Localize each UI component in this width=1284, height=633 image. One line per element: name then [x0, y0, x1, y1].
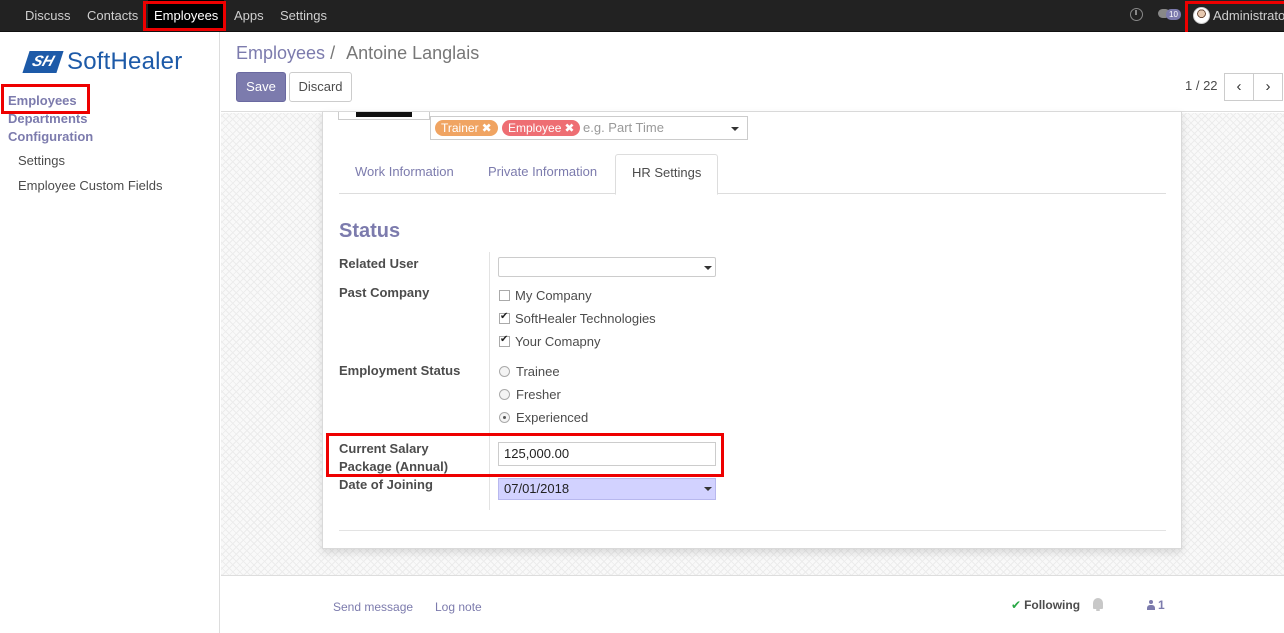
nav-discuss[interactable]: Discuss — [25, 0, 71, 31]
app-sidebar: SH SoftHealer Employees Departments Conf… — [0, 32, 220, 633]
remove-tag-icon[interactable]: ✖ — [482, 121, 492, 135]
employee-photo[interactable] — [338, 112, 430, 120]
radio-label: Fresher — [516, 387, 561, 402]
followers-button[interactable]: 1 — [1147, 598, 1165, 612]
tag-employee: Employee ✖ — [502, 120, 581, 136]
nav-apps[interactable]: Apps — [234, 0, 264, 31]
employee-tags-field[interactable]: Trainer ✖ Employee ✖ e.g. Part Time — [430, 116, 748, 140]
top-navbar: Discuss Contacts Employees Apps Settings… — [0, 0, 1284, 32]
user-menu-name[interactable]: Administrator — [1213, 0, 1284, 31]
tab-private-information[interactable]: Private Information — [472, 154, 613, 194]
sheet-bottom-divider — [339, 530, 1166, 531]
salary-label-line2: Package (Annual) — [339, 459, 449, 474]
radio-button[interactable] — [499, 366, 510, 377]
salary-label-line1: Current Salary — [339, 441, 429, 456]
radio-fresher[interactable]: Fresher — [499, 387, 561, 402]
followers-count: 1 — [1158, 598, 1165, 612]
tab-work-information[interactable]: Work Information — [339, 154, 470, 194]
radio-label: Experienced — [516, 410, 589, 425]
tags-placeholder: e.g. Part Time — [583, 120, 664, 135]
save-button[interactable]: Save — [236, 72, 286, 102]
tag-label: Trainer — [441, 121, 479, 135]
employment-status-label: Employment Status — [339, 363, 461, 378]
tag-trainer: Trainer ✖ — [435, 120, 498, 136]
remove-tag-icon[interactable]: ✖ — [564, 121, 574, 135]
form-sheet: Trainer ✖ Employee ✖ e.g. Part Time Work I… — [322, 111, 1182, 549]
user-icon — [1147, 600, 1155, 610]
nav-settings[interactable]: Settings — [280, 0, 327, 31]
sidebar-item-employees[interactable]: Employees — [8, 93, 77, 108]
logo-mark: SH — [22, 51, 64, 73]
sidebar-item-departments[interactable]: Departments — [8, 111, 87, 126]
chevron-left-icon: ‹ — [1236, 78, 1242, 95]
radio-label: Trainee — [516, 364, 560, 379]
messages-count-badge: 10 — [1166, 9, 1181, 20]
salary-input[interactable]: 125,000.00 — [498, 442, 716, 466]
field-divider — [489, 252, 490, 510]
related-user-label: Related User — [339, 256, 419, 271]
nav-contacts[interactable]: Contacts — [87, 0, 138, 31]
checkbox-box[interactable] — [499, 311, 510, 324]
sidebar-item-employee-custom-fields[interactable]: Employee Custom Fields — [18, 178, 163, 193]
control-panel: Employees / Antoine Langlais Save Discar… — [221, 32, 1284, 112]
form-view-background: Trainer ✖ Employee ✖ e.g. Part Time Work I… — [221, 111, 1284, 575]
salary-label: Current Salary Package (Annual) — [339, 440, 448, 476]
bell-icon[interactable] — [1093, 598, 1103, 611]
nav-employees[interactable]: Employees — [148, 0, 225, 31]
checkbox-softhealer-technologies[interactable]: SoftHealer Technologies — [499, 311, 656, 326]
radio-experienced[interactable]: Experienced — [499, 410, 588, 425]
sidebar-item-settings[interactable]: Settings — [18, 153, 65, 168]
pager-next-button[interactable]: › — [1253, 73, 1283, 101]
sidebar-item-configuration[interactable]: Configuration — [8, 129, 93, 144]
caret-down-icon — [704, 266, 712, 270]
check-icon: ✔ — [1011, 598, 1022, 612]
checkbox-box[interactable] — [499, 290, 510, 301]
checkbox-box[interactable] — [499, 334, 510, 347]
joining-date-label: Date of Joining — [339, 477, 433, 492]
chevron-right-icon: › — [1265, 78, 1271, 95]
radio-button[interactable] — [499, 389, 510, 400]
pager-previous-button[interactable]: ‹ — [1224, 73, 1254, 101]
logo-text: SoftHealer — [67, 48, 183, 75]
tag-label: Employee — [508, 121, 562, 135]
radio-button[interactable] — [499, 412, 510, 423]
discard-button[interactable]: Discard — [289, 72, 352, 102]
following-label: Following — [1024, 598, 1081, 612]
breadcrumb-current-record: Antoine Langlais — [346, 43, 480, 63]
log-note-link[interactable]: Log note — [435, 600, 482, 614]
activity-clock-icon[interactable] — [1130, 8, 1143, 21]
chatter-bar: Send message Log note ✔ Following 1 — [221, 575, 1284, 633]
checkbox-your-comapny[interactable]: Your Comapny — [499, 334, 601, 349]
joining-date-input[interactable]: 07/01/2018 — [498, 478, 716, 500]
breadcrumb-separator: / — [330, 43, 336, 63]
checkbox-label: Your Comapny — [515, 334, 601, 349]
checkbox-label: My Company — [515, 288, 592, 303]
tab-hr-settings[interactable]: HR Settings — [615, 154, 719, 195]
caret-down-icon[interactable] — [731, 127, 739, 131]
pager-value[interactable]: 1 / 22 — [1185, 78, 1218, 93]
radio-trainee[interactable]: Trainee — [499, 364, 560, 379]
section-title-status: Status — [339, 220, 401, 242]
user-avatar[interactable] — [1193, 7, 1210, 24]
following-button[interactable]: ✔ Following — [1011, 598, 1080, 612]
joining-date-value: 07/01/2018 — [504, 481, 570, 496]
caret-down-icon — [704, 487, 712, 491]
breadcrumb: Employees / Antoine Langlais — [236, 43, 479, 64]
past-company-label: Past Company — [339, 285, 430, 300]
checkbox-label: SoftHealer Technologies — [515, 311, 656, 326]
related-user-select[interactable] — [498, 257, 716, 277]
checkbox-my-company[interactable]: My Company — [499, 288, 592, 303]
breadcrumb-employees-link[interactable]: Employees — [236, 43, 325, 63]
form-notebook-tabs: Work Information Private Information HR … — [339, 154, 1166, 195]
send-message-link[interactable]: Send message — [333, 600, 413, 614]
